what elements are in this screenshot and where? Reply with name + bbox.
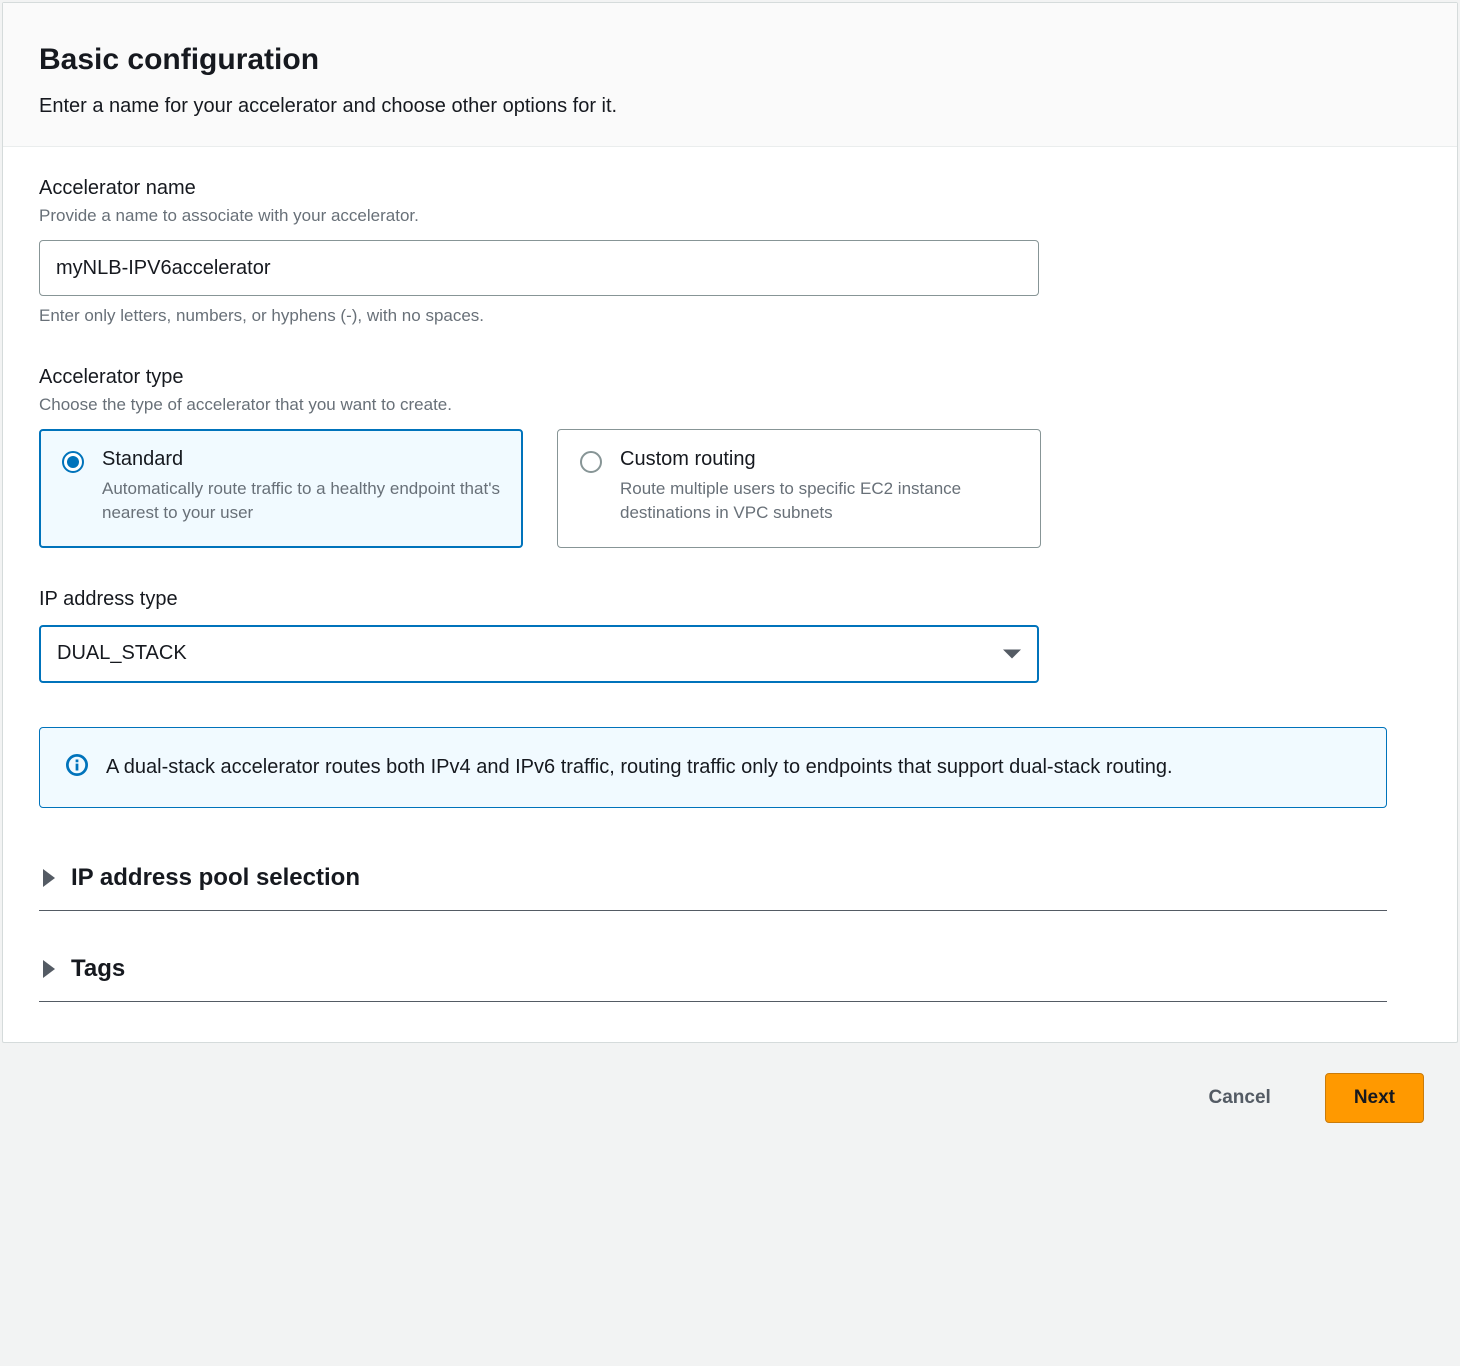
radio-icon xyxy=(580,451,602,473)
caret-right-icon xyxy=(43,960,55,978)
page-title: Basic configuration xyxy=(39,43,1421,77)
accelerator-type-standard[interactable]: Standard Automatically route traffic to … xyxy=(39,429,523,548)
cancel-button[interactable]: Cancel xyxy=(1181,1073,1299,1123)
accelerator-type-options: Standard Automatically route traffic to … xyxy=(39,429,1421,548)
panel-header: Basic configuration Enter a name for you… xyxy=(3,3,1457,147)
radio-title: Custom routing xyxy=(620,448,1018,471)
expander-label: Tags xyxy=(71,955,125,983)
radio-icon xyxy=(62,451,84,473)
accelerator-name-label: Accelerator name xyxy=(39,177,1421,200)
wizard-footer: Cancel Next xyxy=(0,1043,1460,1153)
accelerator-name-hint: Provide a name to associate with your ac… xyxy=(39,206,1421,226)
ip-address-pool-expander[interactable]: IP address pool selection xyxy=(39,848,1387,911)
basic-config-panel: Basic configuration Enter a name for you… xyxy=(2,2,1458,1043)
accelerator-name-group: Accelerator name Provide a name to assoc… xyxy=(39,177,1421,326)
accelerator-type-hint: Choose the type of accelerator that you … xyxy=(39,395,1421,415)
radio-desc: Route multiple users to specific EC2 ins… xyxy=(620,477,1018,525)
accelerator-type-group: Accelerator type Choose the type of acce… xyxy=(39,366,1421,548)
tags-expander[interactable]: Tags xyxy=(39,939,1387,1002)
accelerator-type-custom-routing[interactable]: Custom routing Route multiple users to s… xyxy=(557,429,1041,548)
ip-address-type-label: IP address type xyxy=(39,588,1421,611)
radio-title: Standard xyxy=(102,448,500,471)
chevron-down-icon xyxy=(1003,649,1021,658)
dual-stack-info-box: A dual-stack accelerator routes both IPv… xyxy=(39,727,1387,808)
next-button[interactable]: Next xyxy=(1325,1073,1424,1123)
info-text: A dual-stack accelerator routes both IPv… xyxy=(106,752,1173,783)
accelerator-type-label: Accelerator type xyxy=(39,366,1421,389)
radio-desc: Automatically route traffic to a healthy… xyxy=(102,477,500,525)
ip-address-type-value: DUAL_STACK xyxy=(57,642,187,665)
page-subtitle: Enter a name for your accelerator and ch… xyxy=(39,95,1421,118)
ip-address-type-group: IP address type DUAL_STACK xyxy=(39,588,1421,683)
info-icon xyxy=(66,754,88,783)
expander-label: IP address pool selection xyxy=(71,864,360,892)
accelerator-name-subhint: Enter only letters, numbers, or hyphens … xyxy=(39,306,1421,326)
accelerator-name-input[interactable] xyxy=(39,240,1039,296)
ip-address-type-select[interactable]: DUAL_STACK xyxy=(39,625,1039,683)
panel-body: Accelerator name Provide a name to assoc… xyxy=(3,147,1457,1042)
caret-right-icon xyxy=(43,869,55,887)
